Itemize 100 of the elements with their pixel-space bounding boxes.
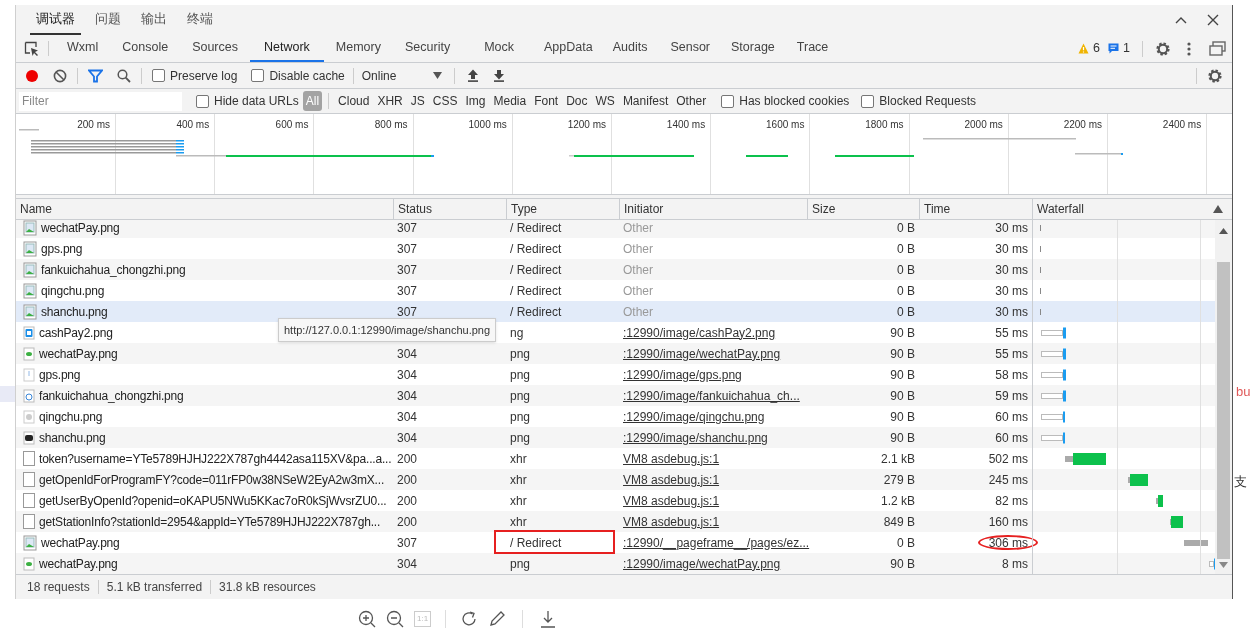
panel-tab[interactable]: 调试器 <box>30 5 81 35</box>
file-name[interactable]: getStationInfo?stationId=2954&appId=YTe5789HJHJ222X787gh... <box>39 512 381 531</box>
initiator-link[interactable]: :12990/__pageframe__/pages/ez... <box>623 533 810 552</box>
scrollbar[interactable] <box>1215 220 1232 574</box>
table-row[interactable]: wechatPay.png 307 / Redirect Other 0 B 30 ms <box>16 220 1215 238</box>
type-filter[interactable]: Other <box>673 91 710 111</box>
file-name[interactable]: fankuichahua_chongzhi.png <box>39 386 184 405</box>
column-header[interactable]: Waterfall <box>1032 199 1232 219</box>
type-filter[interactable]: Media <box>490 91 530 111</box>
devtools-tab[interactable]: Memory <box>323 35 393 62</box>
upload-icon[interactable] <box>466 69 479 82</box>
clear-icon[interactable] <box>53 68 67 83</box>
file-name[interactable]: wechatPay.png <box>39 344 118 363</box>
panel-tab[interactable]: 终端 <box>181 5 219 35</box>
inspect-icon[interactable] <box>24 40 40 57</box>
table-row[interactable]: shanchu.png 307 / Redirect Other 0 B 30 ms <box>16 301 1215 322</box>
devtools-tab[interactable]: Audits <box>600 35 660 62</box>
file-name[interactable]: gps.png <box>41 239 83 258</box>
column-header[interactable]: Initiator <box>619 199 807 219</box>
pencil-icon[interactable] <box>488 610 507 628</box>
file-name[interactable]: gps.png <box>39 365 81 384</box>
panel-tab[interactable]: 问题 <box>89 5 127 35</box>
file-name[interactable]: qingchu.png <box>41 281 105 300</box>
file-name[interactable]: shanchu.png <box>41 302 108 321</box>
table-row[interactable]: wechatPay.png 304 png :12990/image/wechatPay.png 90 B 8 ms <box>16 553 1215 574</box>
initiator-link[interactable]: :12990/image/wechatPay.png <box>623 344 781 363</box>
settings-icon[interactable] <box>1207 67 1223 84</box>
initiator-link[interactable]: VM8 asdebug.js:1 <box>623 512 720 531</box>
devtools-tab[interactable]: Mock <box>462 35 536 62</box>
initiator-link[interactable]: :12990/image/fankuichahua_ch... <box>623 386 800 405</box>
devtools-tab[interactable]: Sensor <box>659 35 722 62</box>
search-icon[interactable] <box>117 68 131 83</box>
initiator-link[interactable]: :12990/image/shanchu.png <box>623 428 768 447</box>
initiator-link[interactable]: :12990/image/cashPay2.png <box>623 323 776 342</box>
type-filter[interactable]: Doc <box>563 91 591 111</box>
sort-arrow-icon[interactable] <box>1213 205 1223 213</box>
initiator-link[interactable]: :12990/image/qingchu.png <box>623 407 765 426</box>
download-icon[interactable] <box>492 69 505 82</box>
initiator-link[interactable]: VM8 asdebug.js:1 <box>623 449 720 468</box>
dock-icon[interactable] <box>1209 41 1226 56</box>
type-filter[interactable]: Font <box>531 91 562 111</box>
file-name[interactable]: wechatPay.png <box>41 533 120 552</box>
devtools-tab[interactable]: Storage <box>721 35 785 62</box>
type-filter[interactable]: Cloud <box>335 91 373 111</box>
table-row[interactable]: getOpenIdForProgramFY?code=011rFP0w38NSeW2EyA2w3mX... 200 xhr VM8 asdebug.js:1 279 B 245 ms <box>16 469 1215 490</box>
panel-tab[interactable]: 输出 <box>135 5 173 35</box>
initiator-link[interactable]: :12990/image/wechatPay.png <box>623 554 781 573</box>
filter-field[interactable]: Filter <box>19 91 182 111</box>
zoom-in-icon[interactable] <box>358 610 376 628</box>
table-row[interactable]: wechatPay.png 304 png :12990/image/wechatPay.png 90 B 55 ms <box>16 343 1215 364</box>
devtools-tab[interactable]: Security <box>393 35 463 62</box>
devtools-tab[interactable]: Network <box>250 35 324 62</box>
column-header[interactable]: Size <box>807 199 919 219</box>
warning-count[interactable]: 6 <box>1093 39 1101 58</box>
more-icon[interactable] <box>1187 40 1191 57</box>
devtools-tab[interactable]: Sources <box>180 35 250 62</box>
devtools-tab[interactable]: Trace <box>784 35 841 62</box>
checkbox[interactable] <box>721 94 735 108</box>
file-name[interactable]: shanchu.png <box>39 428 106 447</box>
devtools-tab[interactable]: AppData <box>536 35 601 62</box>
type-filter[interactable]: CSS <box>429 91 461 111</box>
devtools-tab[interactable]: Wxml <box>55 35 111 62</box>
file-name[interactable]: cashPay2.png <box>39 323 113 342</box>
column-header[interactable]: Time <box>919 199 1032 219</box>
download-icon[interactable] <box>539 610 558 628</box>
throttling-select[interactable]: Online <box>361 66 442 85</box>
scroll-up-icon[interactable] <box>1219 228 1228 234</box>
settings-icon[interactable] <box>1155 40 1171 57</box>
file-name[interactable]: fankuichahua_chongzhi.png <box>41 260 186 279</box>
checkbox[interactable] <box>152 69 165 82</box>
table-row[interactable]: shanchu.png 304 png :12990/image/shanchu.png 90 B 60 ms <box>16 427 1215 448</box>
column-header[interactable]: Name <box>16 199 393 219</box>
type-filter[interactable]: Manifest <box>619 91 672 111</box>
file-name[interactable]: token?username=YTe5789HJHJ222X787gh4442asa115XV&pa...a... <box>39 449 392 468</box>
initiator-link[interactable]: VM8 asdebug.js:1 <box>623 491 720 510</box>
column-header[interactable]: Status <box>393 199 506 219</box>
message-count[interactable]: 1 <box>1123 39 1130 58</box>
table-row[interactable]: fankuichahua_chongzhi.png 304 png :12990/image/fankuichahua_ch... 90 B 59 ms <box>16 385 1215 406</box>
checkbox[interactable] <box>196 94 209 108</box>
type-filter[interactable]: XHR <box>374 91 406 111</box>
checkbox[interactable] <box>861 94 875 108</box>
close-icon[interactable] <box>1206 13 1220 27</box>
checkbox[interactable] <box>251 69 265 82</box>
table-row[interactable]: getStationInfo?stationId=2954&appId=YTe5789HJHJ222X787gh... 200 xhr VM8 asdebug.js:1 849 B 160 ms <box>16 511 1215 532</box>
type-filter[interactable]: JS <box>407 91 428 111</box>
file-name[interactable]: wechatPay.png <box>39 554 118 573</box>
refresh-icon[interactable] <box>460 610 479 628</box>
devtools-tab[interactable]: Console <box>110 35 181 62</box>
file-name[interactable]: wechatPay.png <box>41 220 120 237</box>
table-row[interactable]: fankuichahua_chongzhi.png 307 / Redirect Other 0 B 30 ms <box>16 259 1215 280</box>
initiator-link[interactable]: :12990/image/gps.png <box>623 365 742 384</box>
type-filter[interactable]: WS <box>592 91 618 111</box>
file-name[interactable]: getUserByOpenId?openid=oKAPU5NWu5KKac7oR0kSjWvsrZU0... <box>39 491 387 510</box>
initiator-link[interactable]: VM8 asdebug.js:1 <box>623 470 720 489</box>
file-name[interactable]: getOpenIdForProgramFY?code=011rFP0w38NSeW2EyA2w3mX... <box>39 470 384 489</box>
filter-icon[interactable] <box>88 68 103 83</box>
file-name[interactable]: qingchu.png <box>39 407 103 426</box>
zoom-out-icon[interactable] <box>386 610 404 628</box>
message-icon[interactable] <box>1108 43 1120 54</box>
scroll-down-icon[interactable] <box>1219 562 1228 568</box>
